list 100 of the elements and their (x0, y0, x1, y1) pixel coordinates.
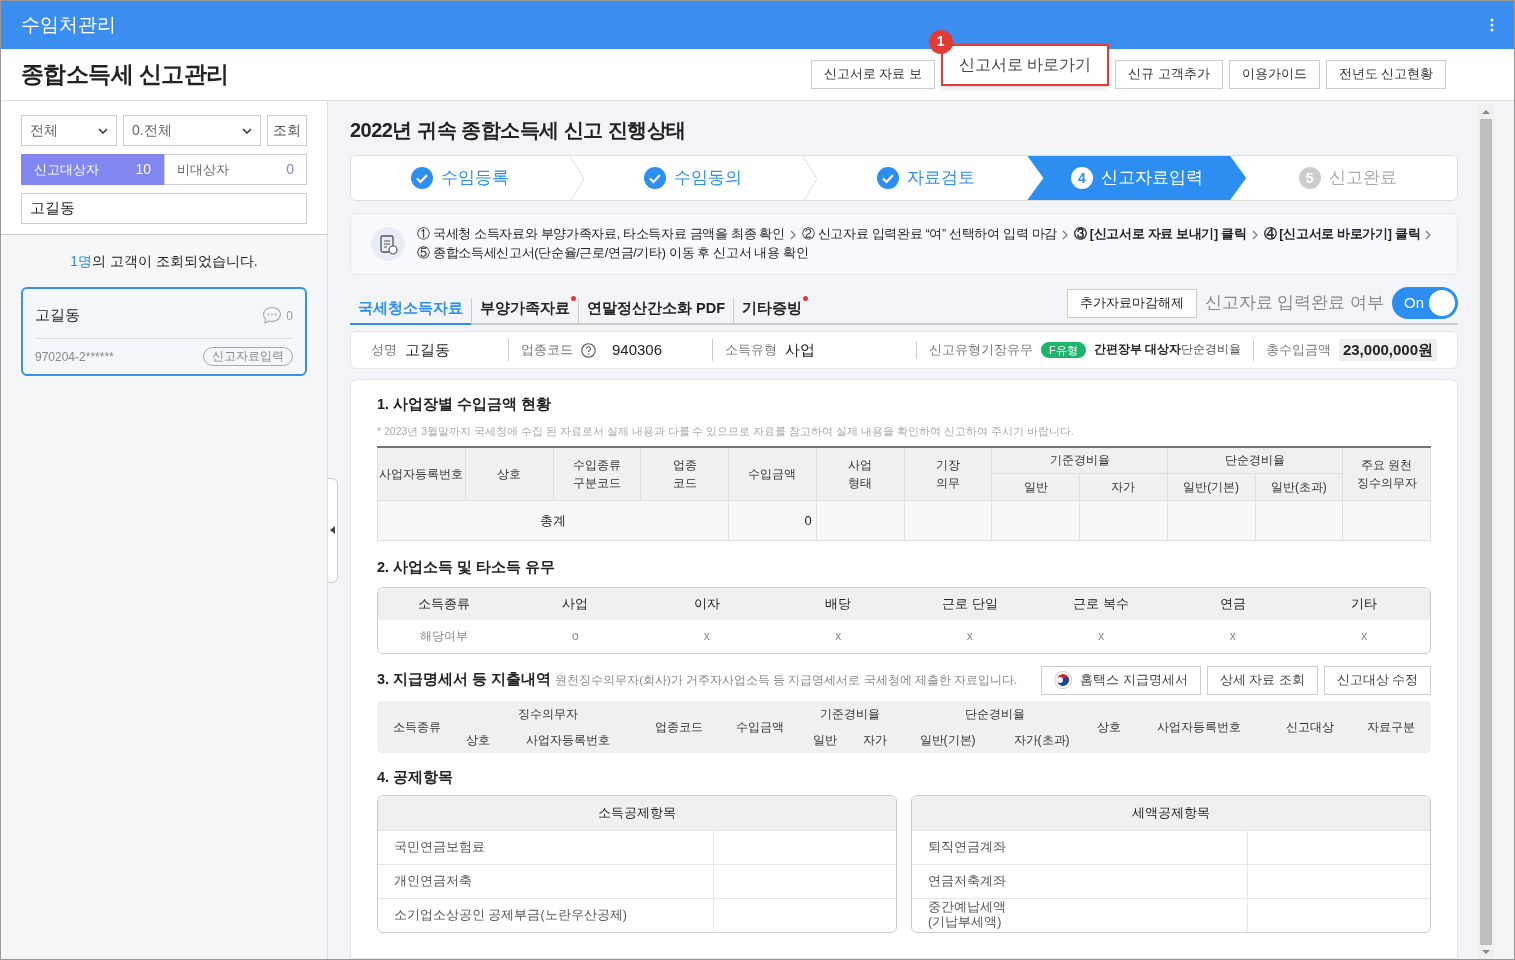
query-button[interactable]: 조회 (267, 115, 307, 146)
section-heading: 1. 사업장별 수입금액 현황 (377, 395, 553, 414)
column-header: 이자 (641, 587, 773, 620)
unlock-button[interactable]: 추가자료마감해제 (1066, 288, 1197, 318)
document-icon (371, 227, 405, 261)
result-count-text: 1명 의 고객이 조회되었습니다. (69, 252, 259, 271)
note-text: 원천징수의무자(회사)가 거주자사업소득 등 지급명세서로 국세청에 제출한 자료입니다. (555, 673, 1018, 689)
table-cell-text: 해당여부 (418, 628, 469, 646)
note-text: * 2023년 3월말까지 국세청에 수집 된 자료로서 실제 내용과 다를 수 있으므로 자료를 참고하여 실제 내용을 확인하여 신고하여 주시기 바랍니다. (377, 423, 1075, 439)
column-header: 자료구분 (1350, 700, 1431, 753)
progress-step: 수임등록 (351, 156, 570, 200)
column-header: 자가 (850, 726, 901, 753)
table-cell-text: x (1228, 628, 1237, 646)
column-header: 배당 (772, 587, 904, 620)
row-label: 퇴직연금계좌 (912, 830, 1248, 864)
progress-step: 수임동의 (583, 156, 803, 200)
column-header: 사업자등록번호 (377, 446, 466, 501)
step-number: 4 (1070, 167, 1093, 189)
column-header: 기준경비율 (991, 446, 1168, 474)
search-field[interactable]: 고길동 (21, 193, 307, 224)
chevron-right-icon (1061, 229, 1069, 240)
column-header: 상호 (465, 446, 553, 501)
emblem-icon (1054, 671, 1073, 690)
data-tab[interactable]: 연말정산간소화 PDF (578, 298, 734, 323)
page-title: 종합소득세 신고관리 (21, 60, 229, 90)
guide-step-text: ⑤ 종합소득세신고서(단순율/근로/연금/기타) 이동 후 신고서 내용 확인 (417, 245, 809, 262)
more-icon[interactable] (1490, 18, 1494, 32)
row-label: 소기업소상공인 공제부금(노란우산공제) (378, 898, 714, 932)
filter-tab[interactable]: 비대상자 0 (164, 154, 307, 185)
column-header: 기준경비율 (799, 700, 901, 727)
scrollbar[interactable] (1478, 105, 1494, 959)
chevron-right-icon (789, 229, 797, 240)
column-header: 일반(기본) (900, 726, 995, 753)
total-label: 총계 (377, 500, 729, 541)
toolbar-button[interactable]: 전년도 신고현황 (1325, 60, 1446, 89)
field-label: 총수입금액 (1265, 341, 1331, 359)
field-value: 간편장부 대상자 (1093, 342, 1181, 358)
column-header: 일반(초과) (1255, 473, 1343, 501)
field-label: 소득유형 (725, 341, 777, 359)
row-label: 연금저축계좌 (912, 864, 1248, 898)
column-header: 자가 (1079, 473, 1168, 501)
data-tab[interactable]: 부양가족자료 (471, 298, 578, 323)
data-tab[interactable]: 기타증빙 (733, 298, 811, 323)
guide-step-text: ② 신고자료 입력완료 “여” 선택하여 입력 마감 (801, 226, 1057, 243)
field-value: 940306 (612, 339, 663, 360)
toolbar-button[interactable]: 신규 고객추가 (1115, 60, 1223, 89)
help-icon[interactable] (581, 342, 596, 358)
field-value: 23,000,000원 (1338, 338, 1437, 362)
table-cell-text: x (702, 628, 711, 646)
section-title: 2022년 귀속 종합소득세 신고 진행상태 (350, 118, 687, 143)
check-circle-icon (411, 167, 434, 189)
action-button[interactable]: 신고대상 수정 (1323, 665, 1431, 695)
field-value: 단순경비율 (1180, 342, 1241, 358)
table-cell-text: x (1097, 628, 1106, 646)
column-header: 근로 단일 (904, 587, 1036, 620)
filter-dropdown[interactable]: 전체 (21, 115, 117, 146)
chevron-right-icon (1251, 229, 1259, 240)
toggle-label: 신고자료 입력완료 여부 (1204, 292, 1384, 315)
scrollbar-thumb[interactable] (1480, 119, 1492, 945)
caret-left-icon (330, 526, 335, 534)
client-id: 970204-2****** (35, 348, 114, 366)
toolbar-button[interactable]: 신고서로 자료 보 (810, 60, 935, 89)
column-header: 소득공제항목 (378, 795, 896, 830)
field-label: 업종코드 (521, 341, 573, 359)
collapse-handle[interactable] (328, 477, 338, 583)
field-label: 성명 (371, 341, 397, 359)
column-header: 자가(초과) (994, 726, 1089, 753)
column-header: 수입종류 구분코드 (553, 446, 641, 501)
progress-step: 4 신고자료입력 (1027, 156, 1247, 200)
field-label: 신고유형기장유무 (929, 341, 1033, 359)
section-heading: 4. 공제항목 (377, 767, 455, 787)
column-header: 사업 (509, 587, 641, 620)
column-header: 업종 코드 (640, 446, 729, 501)
toolbar-button[interactable]: 이용가이드 (1228, 60, 1320, 89)
column-header: 일반(기본) (1167, 473, 1255, 501)
filter-dropdown[interactable]: 0.전체 (123, 115, 261, 146)
client-name: 고길동 (35, 305, 80, 326)
guide-step-text: ③ [신고서로 자료 보내기] 클릭 (1073, 226, 1247, 243)
comment-icon[interactable] (262, 306, 283, 325)
column-header: 사업 형태 (816, 446, 904, 501)
column-header: 단순경비율 (900, 700, 1089, 727)
guide-step-text: ④ [신고서로 바로가기] 클릭 (1263, 226, 1421, 243)
app-title: 수임처관리 (21, 12, 116, 37)
column-header: 소득종류 (377, 700, 458, 753)
column-header: 세액공제항목 (912, 795, 1430, 830)
column-header: 연금 (1167, 587, 1299, 620)
column-header: 기타 (1298, 587, 1430, 620)
field-value: 고길동 (405, 339, 450, 360)
table-cell: 0 (728, 500, 817, 541)
client-card[interactable]: 고길동 0 970204-2****** 신고자료입력 (21, 287, 307, 376)
column-header: 업종코드 (638, 700, 720, 753)
action-button[interactable]: 상세 자료 조회 (1206, 665, 1318, 695)
row-label: 중간예납세액 (기납부세액) (912, 898, 1248, 932)
chevron-down-icon (242, 127, 252, 134)
action-button[interactable]: 홈택스 지급명세서 (1041, 665, 1201, 695)
column-header: 단순경비율 (1167, 446, 1343, 474)
row-label: 개인연금저축 (378, 864, 714, 898)
chevron-down-icon (98, 127, 108, 134)
column-header: 수입금액 (728, 446, 817, 501)
type-badge: F유형 (1041, 342, 1086, 358)
